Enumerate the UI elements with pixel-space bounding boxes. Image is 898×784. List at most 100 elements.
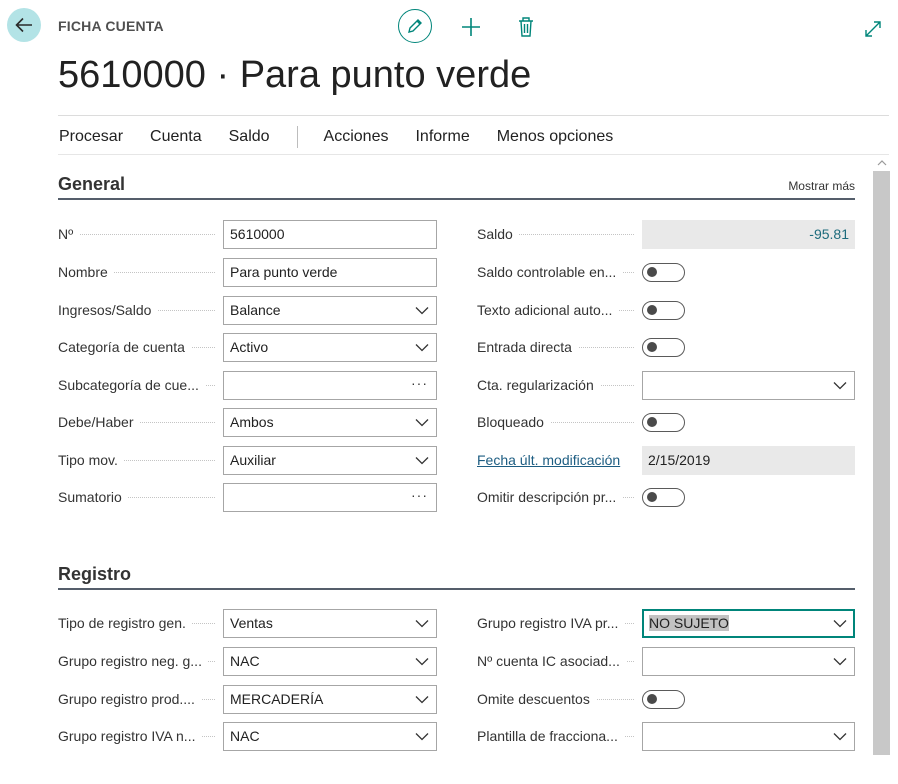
field-label: Bloqueado (477, 407, 642, 437)
action-menos-opciones[interactable]: Menos opciones (497, 128, 614, 146)
subcategoria-cuenta-lookup[interactable]: ··· (223, 370, 437, 400)
page-title: 5610000 · Para punto verde (58, 54, 532, 96)
scroll-up-button[interactable] (873, 156, 890, 170)
omite-descuentos-toggle[interactable] (642, 689, 685, 709)
field-label: Sumatorio (58, 482, 223, 512)
chevron-down-icon (415, 657, 429, 665)
action-saldo[interactable]: Saldo (229, 128, 270, 146)
plus-icon (462, 18, 480, 36)
field-plantilla-fraccionamiento: Plantilla de fracciona... (477, 721, 855, 751)
field-label: Nombre (58, 257, 223, 287)
field-grupo-registro-prod: Grupo registro prod.... MERCADERÍA (58, 684, 437, 714)
section-divider-general (58, 198, 855, 200)
field-texto-adicional: Texto adicional auto... (477, 295, 855, 325)
field-label: Nº cuenta IC asociad... (477, 646, 642, 676)
field-no: Nº 5610000 (58, 219, 437, 249)
action-separator (296, 126, 298, 148)
ingresos-saldo-select[interactable]: Balance (223, 295, 437, 325)
scrollbar-thumb[interactable] (873, 171, 890, 755)
omitir-descripcion-toggle[interactable] (642, 487, 685, 507)
tipo-mov-select[interactable]: Auxiliar (223, 445, 437, 475)
field-label: Cta. regularización (477, 370, 642, 400)
ellipsis-icon[interactable]: ··· (411, 483, 428, 507)
cta-regularizacion-select[interactable] (642, 370, 855, 400)
no-input[interactable]: 5610000 (223, 219, 437, 249)
field-subcategoria-cuenta: Subcategoría de cue... ··· (58, 370, 437, 400)
fecha-ult-modificacion-link[interactable]: Fecha últ. modificación (477, 445, 642, 475)
tipo-registro-gen-select[interactable]: Ventas (223, 608, 437, 638)
no-cuenta-ic-select[interactable] (642, 646, 855, 676)
field-label: Tipo de registro gen. (58, 608, 223, 638)
field-label: Saldo controlable en... (477, 257, 642, 287)
action-acciones[interactable]: Acciones (324, 128, 389, 146)
delete-button[interactable] (516, 15, 536, 39)
chevron-down-icon (415, 343, 429, 351)
field-bloqueado: Bloqueado (477, 407, 855, 437)
categoria-cuenta-select[interactable]: Activo (223, 332, 437, 362)
arrow-left-icon (15, 17, 32, 33)
grupo-registro-neg-select[interactable]: NAC (223, 646, 437, 676)
bloqueado-toggle[interactable] (642, 412, 685, 432)
field-debe-haber: Debe/Haber Ambos (58, 407, 437, 437)
field-label: Saldo (477, 219, 642, 249)
edit-button[interactable] (398, 9, 432, 43)
field-no-cuenta-ic: Nº cuenta IC asociad... (477, 646, 855, 676)
field-label: Entrada directa (477, 332, 642, 362)
page-kind-label: FICHA CUENTA (58, 18, 164, 34)
field-grupo-registro-iva-neg: Grupo registro IVA n... NAC (58, 721, 437, 751)
ellipsis-icon[interactable]: ··· (411, 371, 428, 395)
vertical-scrollbar[interactable] (873, 156, 890, 784)
chevron-down-icon (415, 418, 429, 426)
field-label: Grupo registro neg. g... (58, 646, 223, 676)
chevron-down-icon (833, 619, 847, 627)
chevron-down-icon (415, 456, 429, 464)
chevron-down-icon (833, 381, 847, 389)
field-label: Grupo registro prod.... (58, 684, 223, 714)
field-categoria-cuenta: Categoría de cuenta Activo (58, 332, 437, 362)
field-label: Texto adicional auto... (477, 295, 642, 325)
field-sumatorio: Sumatorio ··· (58, 482, 437, 512)
chevron-down-icon (415, 619, 429, 627)
field-saldo-controlable: Saldo controlable en... (477, 257, 855, 287)
action-bar: Procesar Cuenta Saldo Acciones Informe M… (59, 126, 640, 148)
field-label: Subcategoría de cue... (58, 370, 223, 400)
action-informe[interactable]: Informe (415, 128, 469, 146)
entrada-directa-toggle[interactable] (642, 337, 685, 357)
new-button[interactable] (460, 16, 482, 38)
chevron-down-icon (415, 306, 429, 314)
saldo-controlable-toggle[interactable] (642, 262, 685, 282)
field-entrada-directa: Entrada directa (477, 332, 855, 362)
field-label: Omitir descripción pr... (477, 482, 642, 512)
pencil-icon (408, 19, 422, 33)
grupo-registro-iva-prod-select[interactable]: NO SUJETO (642, 608, 855, 638)
action-cuenta[interactable]: Cuenta (150, 128, 202, 146)
selected-text: NO SUJETO (649, 614, 729, 631)
action-bar-divider (58, 154, 889, 155)
fecha-ult-modificacion-value[interactable]: 2/15/2019 (642, 445, 855, 475)
section-title-registro[interactable]: Registro (58, 564, 131, 585)
saldo-value[interactable]: -95.81 (642, 219, 855, 249)
nombre-input[interactable]: Para punto verde (223, 257, 437, 287)
grupo-registro-prod-select[interactable]: MERCADERÍA (223, 684, 437, 714)
debe-haber-select[interactable]: Ambos (223, 407, 437, 437)
grupo-registro-iva-neg-select[interactable]: NAC (223, 721, 437, 751)
field-label: Omite descuentos (477, 684, 642, 714)
field-label: Categoría de cuenta (58, 332, 223, 362)
plantilla-fraccionamiento-select[interactable] (642, 721, 855, 751)
field-tipo-mov: Tipo mov. Auxiliar (58, 445, 437, 475)
field-label: Grupo registro IVA n... (58, 721, 223, 751)
field-label: Debe/Haber (58, 407, 223, 437)
chevron-up-icon (877, 160, 886, 166)
back-button[interactable] (7, 8, 41, 42)
field-fecha-ult-modificacion: Fecha últ. modificación 2/15/2019 (477, 445, 855, 475)
field-saldo: Saldo -95.81 (477, 219, 855, 249)
field-cta-regularizacion: Cta. regularización (477, 370, 855, 400)
action-procesar[interactable]: Procesar (59, 128, 123, 146)
expand-button[interactable] (863, 19, 883, 39)
field-grupo-registro-iva-prod: Grupo registro IVA pr... NO SUJETO (477, 608, 855, 638)
texto-adicional-toggle[interactable] (642, 300, 685, 320)
show-more-link[interactable]: Mostrar más (788, 179, 855, 193)
section-title-general[interactable]: General (58, 174, 125, 195)
sumatorio-lookup[interactable]: ··· (223, 482, 437, 512)
field-label: Nº (58, 219, 223, 249)
